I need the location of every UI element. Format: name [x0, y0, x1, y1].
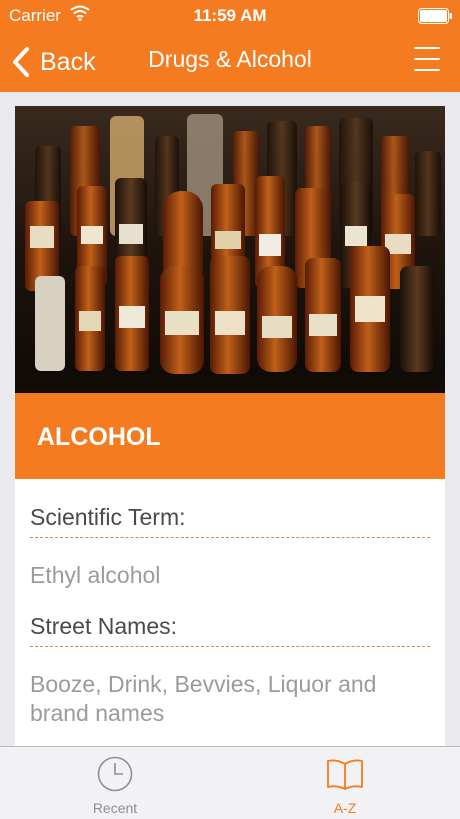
status-bar: Carrier 11:59 AM: [0, 0, 460, 32]
back-button-label: Back: [40, 47, 96, 76]
tab-a-z-label: A-Z: [333, 800, 357, 816]
scientific-term-label: Scientific Term:: [30, 504, 430, 538]
tab-bar: Recent A-Z: [0, 746, 460, 819]
hamburger-menu-icon: [414, 47, 440, 71]
battery-icon: [418, 8, 452, 24]
tab-a-z[interactable]: A-Z: [230, 747, 460, 819]
scientific-term-value: Ethyl alcohol: [30, 562, 161, 588]
detail-card: ALCOHOL Scientific Term: Ethyl alcohol S…: [15, 106, 445, 746]
drug-heading: ALCOHOL: [37, 423, 161, 451]
clock-icon: [97, 756, 133, 792]
menu-button[interactable]: [414, 47, 440, 75]
back-button[interactable]: Back: [10, 44, 96, 80]
navigation-bar: Back Drugs & Alcohol: [0, 32, 460, 92]
street-names-value: Booze, Drink, Bevvies, Liquor and brand …: [30, 671, 377, 726]
tab-recent[interactable]: Recent: [0, 747, 230, 819]
status-time: 11:59 AM: [193, 6, 267, 25]
book-icon: [327, 759, 363, 790]
chevron-left-icon: [13, 47, 29, 77]
alcohol-bottles-image: [15, 106, 445, 393]
tab-recent-label: Recent: [92, 800, 138, 816]
drug-heading-banner: ALCOHOL: [15, 393, 445, 479]
street-names-label: Street Names:: [30, 613, 430, 647]
